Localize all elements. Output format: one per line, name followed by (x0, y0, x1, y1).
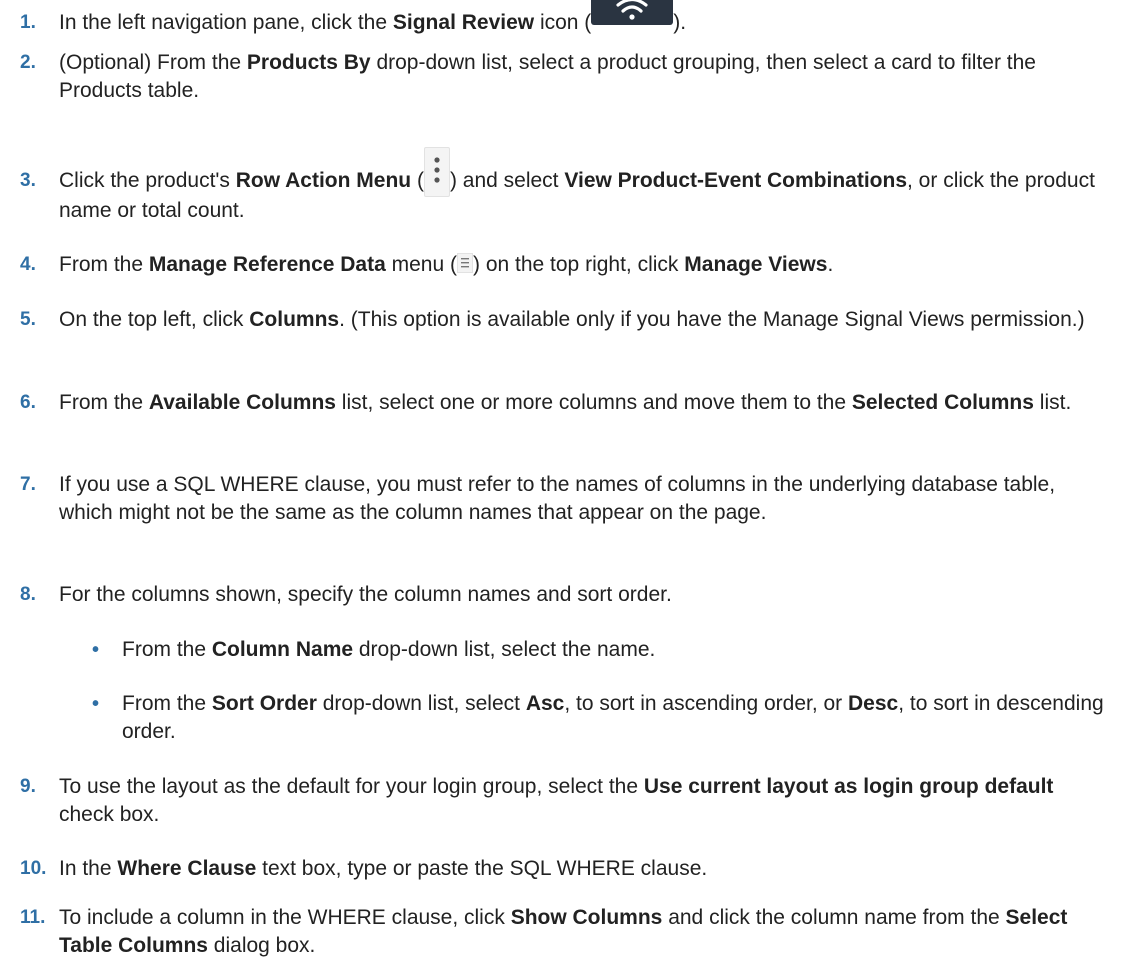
step-number: 9. (20, 776, 36, 797)
step-number: 8. (20, 584, 36, 605)
step-number: 7. (20, 474, 36, 495)
step-text: Click the product's Row Action Menu ( ) … (59, 147, 1113, 225)
step-text: To use the layout as the default for you… (59, 775, 1054, 826)
step-text: (Optional) From the Products By drop-dow… (59, 51, 1036, 102)
step-number: 4. (20, 254, 36, 275)
step-text: If you use a SQL WHERE clause, you must … (59, 473, 1056, 524)
step-number: 5. (20, 309, 36, 330)
step-number: 11. (20, 907, 46, 928)
step-text: To include a column in the WHERE clause,… (59, 906, 1068, 957)
step-text: In the Where Clause text box, type or pa… (59, 857, 708, 880)
step-text: In the left navigation pane, click the S… (59, 0, 1113, 37)
hamburger-menu-icon (457, 253, 473, 273)
bullet-text: From the Column Name drop-down list, sel… (122, 638, 656, 661)
bullet: • (92, 639, 100, 661)
step-number: 3. (20, 170, 36, 191)
step-number: 2. (20, 52, 36, 73)
kebab-menu-icon (423, 147, 450, 197)
wifi-icon (591, 0, 674, 25)
bullet: • (92, 693, 100, 715)
step-text: On the top left, click Columns. (This op… (59, 308, 1085, 331)
step-text: From the Manage Reference Data menu ( ) … (59, 253, 834, 276)
bullet-text: From the Sort Order drop-down list, sele… (122, 692, 1104, 743)
step-number: 1. (20, 12, 36, 33)
step-number: 6. (20, 392, 36, 413)
step-text: For the columns shown, specify the colum… (59, 583, 672, 606)
step-number: 10. (20, 858, 47, 879)
step-text: From the Available Columns list, select … (59, 391, 1072, 414)
